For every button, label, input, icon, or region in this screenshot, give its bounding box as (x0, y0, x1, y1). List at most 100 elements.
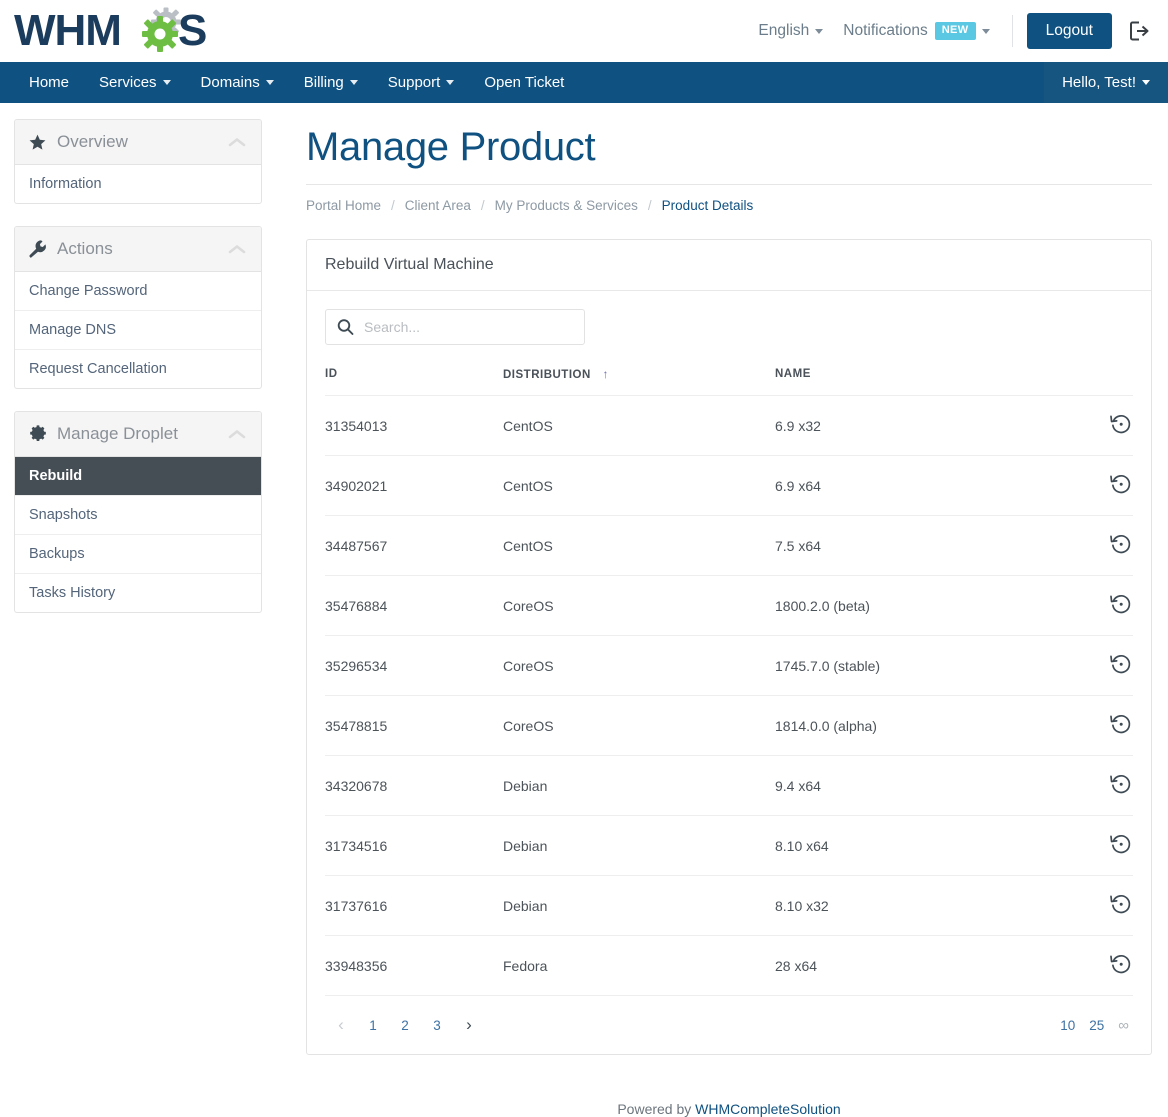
pagination-next-button[interactable]: › (457, 1012, 481, 1038)
cell-name: 1745.7.0 (stable) (775, 635, 1079, 696)
images-table: ID DISTRIBUTION ↑ NAME 31354013 CentOS 6… (325, 367, 1133, 996)
history-icon[interactable] (1109, 712, 1133, 736)
user-menu[interactable]: Hello, Test! (1044, 62, 1168, 103)
breadcrumb-separator: / (391, 198, 395, 213)
history-icon[interactable] (1109, 472, 1133, 496)
pagination-prev-button[interactable]: ‹ (329, 1012, 353, 1038)
page-body: Overview Information Actions Change Pass… (0, 103, 1168, 1117)
pagination-page-2[interactable]: 2 (393, 1012, 417, 1038)
nav-item-label: Services (99, 74, 157, 91)
sidebar-panel-overview-header[interactable]: Overview (15, 120, 261, 165)
chevron-up-icon[interactable] (227, 136, 247, 149)
breadcrumb-item-my-products-services[interactable]: My Products & Services (495, 198, 638, 213)
cell-name: 28 x64 (775, 935, 1079, 996)
header-utility-area: English Notifications NEW Logout (748, 13, 1152, 49)
per-page-option-all[interactable]: ∞ (1118, 1017, 1129, 1034)
pagination-page-1[interactable]: 1 (361, 1012, 385, 1038)
gear-green-icon (142, 16, 178, 52)
gear-icon (29, 425, 49, 443)
sidebar-item-information[interactable]: Information (15, 165, 261, 203)
whmcs-logo[interactable]: WHM S (14, 7, 228, 55)
per-page-option-25[interactable]: 25 (1089, 1018, 1104, 1033)
history-icon[interactable] (1109, 652, 1133, 676)
column-header-id[interactable]: ID (325, 367, 503, 396)
column-header-label: ID (325, 368, 338, 380)
nav-item-billing[interactable]: Billing (289, 62, 373, 103)
list-item: Change Password (15, 272, 261, 311)
chevron-up-icon[interactable] (227, 243, 247, 256)
cell-distribution: CoreOS (503, 695, 775, 756)
sidebar-item-rebuild[interactable]: Rebuild (15, 457, 261, 495)
cell-distribution: CoreOS (503, 575, 775, 636)
sign-out-icon[interactable] (1126, 18, 1152, 44)
sidebar-panel-actions-header[interactable]: Actions (15, 227, 261, 272)
cell-id: 34902021 (325, 455, 503, 516)
cell-action (1079, 695, 1133, 756)
nav-item-support[interactable]: Support (373, 62, 470, 103)
history-icon[interactable] (1109, 592, 1133, 616)
cell-action (1079, 395, 1133, 456)
sidebar-item-backups[interactable]: Backups (15, 535, 261, 573)
cell-action (1079, 635, 1133, 696)
column-header-distribution[interactable]: DISTRIBUTION ↑ (503, 367, 775, 396)
sidebar-panel-manage-droplet-list: Rebuild Snapshots Backups Tasks History (15, 457, 261, 612)
cell-distribution: CoreOS (503, 635, 775, 696)
language-selector[interactable]: English (748, 16, 833, 46)
pagination-page-3[interactable]: 3 (425, 1012, 449, 1038)
top-header: WHM S English Notifications NEW Logout (0, 0, 1168, 62)
breadcrumb-separator: / (480, 198, 485, 213)
history-icon[interactable] (1109, 832, 1133, 856)
cell-id: 35478815 (325, 695, 503, 756)
footer-whmcs-link[interactable]: WHMCompleteSolution (695, 1101, 841, 1117)
sidebar-item-tasks-history[interactable]: Tasks History (15, 574, 261, 612)
cell-action (1079, 815, 1133, 876)
breadcrumb-item-client-area[interactable]: Client Area (405, 198, 471, 213)
chevron-down-icon (265, 80, 274, 85)
cell-name: 7.5 x64 (775, 515, 1079, 576)
search-input[interactable] (325, 309, 585, 345)
nav-item-home[interactable]: Home (14, 62, 84, 103)
sidebar-item-request-cancellation[interactable]: Request Cancellation (15, 350, 261, 388)
cell-name: 1800.2.0 (beta) (775, 575, 1079, 636)
column-header-label: DISTRIBUTION (503, 369, 591, 381)
history-icon[interactable] (1109, 892, 1133, 916)
nav-item-services[interactable]: Services (84, 62, 186, 103)
nav-item-label: Support (387, 74, 441, 91)
chevron-up-icon[interactable] (227, 428, 247, 441)
sidebar-item-snapshots[interactable]: Snapshots (15, 496, 261, 534)
table-row: 33948356 Fedora 28 x64 (325, 935, 1133, 996)
breadcrumb-separator: / (647, 198, 652, 213)
nav-item-label: Domains (200, 74, 260, 91)
column-header-name[interactable]: NAME (775, 367, 1079, 396)
card-body: ID DISTRIBUTION ↑ NAME (307, 291, 1151, 1054)
history-icon[interactable] (1109, 772, 1133, 796)
nav-item-open-ticket[interactable]: Open Ticket (469, 62, 579, 103)
logout-button[interactable]: Logout (1026, 13, 1112, 49)
per-page-option-10[interactable]: 10 (1060, 1018, 1075, 1033)
breadcrumb-item-portal-home[interactable]: Portal Home (306, 198, 381, 213)
cell-id: 34320678 (325, 755, 503, 816)
cell-distribution: Debian (503, 875, 775, 936)
cell-action (1079, 755, 1133, 816)
sidebar-panel-manage-droplet-header[interactable]: Manage Droplet (15, 412, 261, 457)
chevron-down-icon (981, 28, 990, 34)
sidebar: Overview Information Actions Change Pass… (0, 103, 276, 635)
rebuild-card: Rebuild Virtual Machine Search... ID DIS… (306, 239, 1152, 1055)
pagination: ‹ 1 2 3 › (329, 1012, 489, 1038)
sidebar-panel-actions-list: Change Password Manage DNS Request Cance… (15, 272, 261, 388)
sidebar-item-change-password[interactable]: Change Password (15, 272, 261, 310)
notifications-dropdown[interactable]: Notifications NEW (833, 16, 999, 46)
history-icon[interactable] (1109, 952, 1133, 976)
column-header-label: NAME (775, 368, 811, 380)
nav-item-domains[interactable]: Domains (186, 62, 289, 103)
sidebar-panel-title: Overview (57, 132, 128, 151)
page-footer: Powered by WHMCompleteSolution (306, 1055, 1152, 1117)
breadcrumb: Portal Home / Client Area / My Products … (306, 184, 1152, 213)
history-icon[interactable] (1109, 412, 1133, 436)
table-row: 31734516 Debian 8.10 x64 (325, 815, 1133, 876)
history-icon[interactable] (1109, 532, 1133, 556)
sort-ascending-icon: ↑ (602, 367, 609, 381)
sidebar-item-manage-dns[interactable]: Manage DNS (15, 311, 261, 349)
cell-id: 35476884 (325, 575, 503, 636)
sidebar-panel-manage-droplet: Manage Droplet Rebuild Snapshots Backups (14, 411, 262, 613)
